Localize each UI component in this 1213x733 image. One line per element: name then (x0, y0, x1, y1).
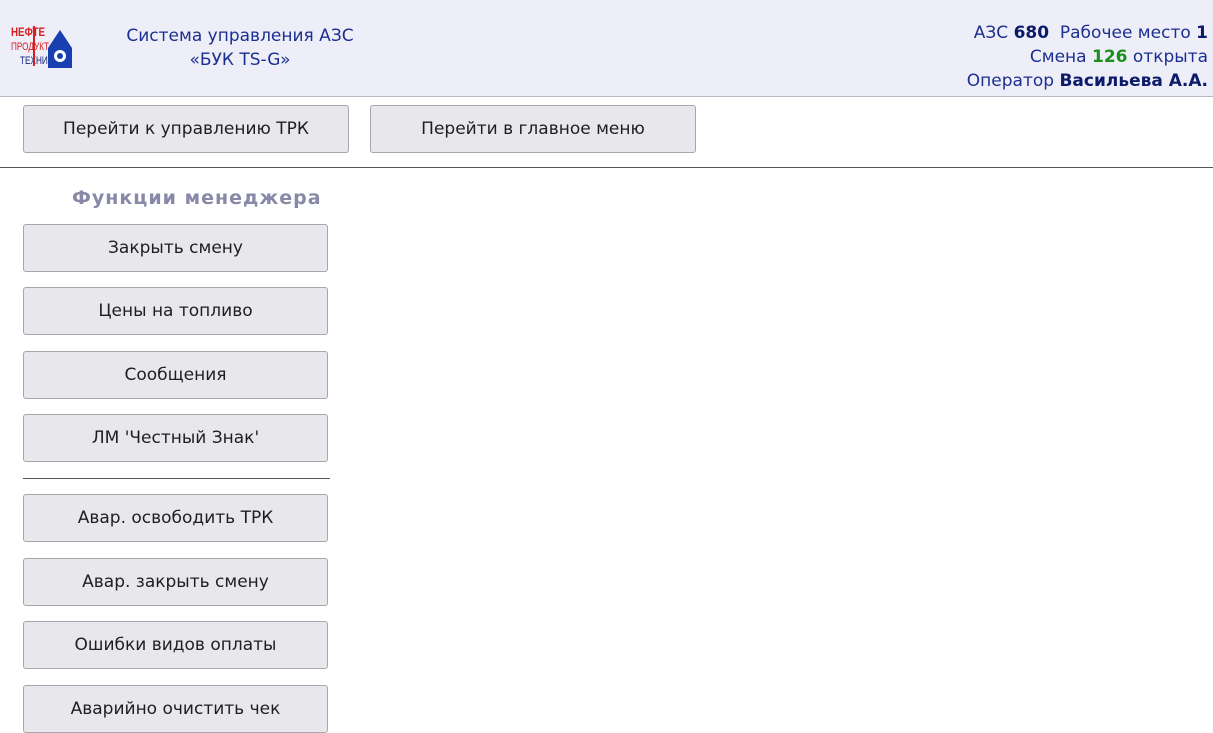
go-to-main-menu-button[interactable]: Перейти в главное меню (370, 105, 696, 153)
go-to-trk-button[interactable]: Перейти к управлению ТРК (23, 105, 349, 153)
shift-label: Смена (1029, 47, 1087, 67)
station-number: 680 (1013, 23, 1050, 43)
section-title: Функции менеджера (72, 187, 322, 209)
status-panel: АЗС 680 Рабочее место 1 Смена 126 открыт… (967, 21, 1208, 93)
workplace-label: Рабочее место (1059, 23, 1191, 43)
messages-button[interactable]: Сообщения (23, 351, 328, 399)
shift-number: 126 (1091, 47, 1128, 67)
station-label: АЗС (973, 23, 1009, 43)
menu-divider (23, 478, 330, 479)
workplace-number: 1 (1196, 23, 1208, 43)
close-shift-button[interactable]: Закрыть смену (23, 224, 328, 272)
shift-line: Смена 126 открыта (967, 45, 1208, 69)
operator-line: Оператор Васильева А.А. (967, 69, 1208, 93)
system-title-line1: Система управления АЗС (126, 26, 354, 46)
station-line: АЗС 680 Рабочее место 1 (967, 21, 1208, 45)
emergency-close-shift-button[interactable]: Авар. закрыть смену (23, 558, 328, 606)
svg-text:НЕФТЕ: НЕФТЕ (11, 25, 45, 39)
neftprodukttehnika-logo: НЕФТЕ ПРОДУКТ ТЕХНИКА (11, 25, 72, 68)
system-title: Система управления АЗС «БУК TS-G» (100, 24, 380, 72)
svg-text:ПРОДУКТ: ПРОДУКТ (11, 41, 49, 53)
system-title-line2: «БУК TS-G» (189, 50, 291, 70)
fuel-prices-button[interactable]: Цены на топливо (23, 287, 328, 335)
app-header: НЕФТЕ ПРОДУКТ ТЕХНИКА Система управления… (0, 0, 1213, 97)
operator-name: Васильева А.А. (1059, 71, 1208, 91)
shift-status: открыта (1132, 47, 1208, 67)
payment-errors-button[interactable]: Ошибки видов оплаты (23, 621, 328, 669)
chestny-znak-button[interactable]: ЛМ 'Честный Знак' (23, 414, 328, 462)
operator-label: Оператор (966, 71, 1055, 91)
divider (0, 167, 1213, 168)
emergency-release-trk-button[interactable]: Авар. освободить ТРК (23, 494, 328, 542)
